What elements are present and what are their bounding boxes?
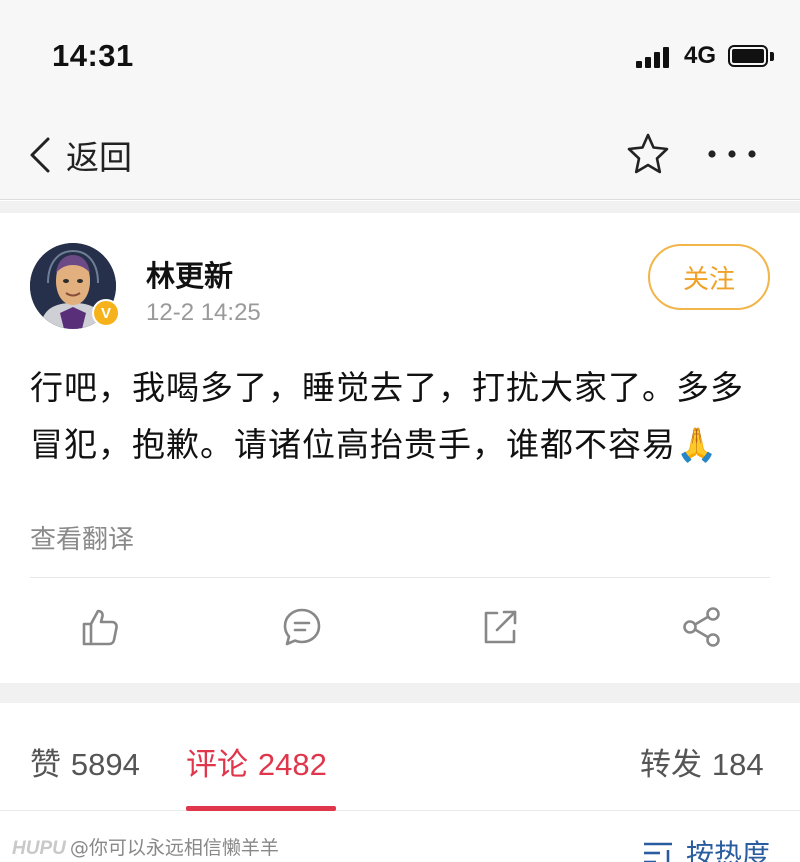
section-gap xyxy=(0,201,800,213)
more-button[interactable] xyxy=(704,130,760,178)
stats-bar: 赞 5894 评论 2482 转发 184 xyxy=(0,703,800,811)
sort-label: 按热度 xyxy=(686,838,771,862)
like-button[interactable] xyxy=(78,605,122,649)
post-timestamp: 12-2 14:25 xyxy=(146,299,261,326)
status-time: 14:31 xyxy=(52,38,134,73)
divider xyxy=(30,577,770,578)
nav-bar: 返回 xyxy=(0,110,800,200)
sort-icon xyxy=(644,842,672,862)
favorite-button[interactable] xyxy=(624,130,672,178)
comments-label: 评论 xyxy=(186,747,248,783)
comment-icon xyxy=(283,608,321,646)
back-label: 返回 xyxy=(66,138,132,177)
tab-comments[interactable]: 评论 2482 xyxy=(186,739,327,784)
star-icon xyxy=(627,133,669,174)
reposts-label: 转发 xyxy=(640,747,702,783)
bottom-row: HUPU @你可以永远相信懒羊羊 按热度 xyxy=(0,811,800,862)
share-icon xyxy=(683,607,720,647)
signal-icon xyxy=(636,46,676,68)
back-button[interactable]: 返回 xyxy=(28,130,132,180)
section-gap xyxy=(0,683,800,703)
more-dots-icon xyxy=(708,150,756,158)
network-type: 4G xyxy=(684,42,717,69)
post-text: 行吧，我喝多了，睡觉去了，打扰大家了。多多冒犯，抱歉。请诸位高抬贵手，谁都不容易… xyxy=(30,368,744,464)
likes-count: 5894 xyxy=(70,747,140,782)
share-button[interactable] xyxy=(680,605,724,649)
chevron-left-icon xyxy=(30,137,50,173)
battery-icon xyxy=(728,45,768,67)
repost-button[interactable] xyxy=(478,605,522,649)
comment-button[interactable] xyxy=(280,605,324,649)
author-name[interactable]: 林更新 xyxy=(146,253,233,295)
tab-likes[interactable]: 赞 5894 xyxy=(30,739,140,784)
watermark-user: @你可以永远相信懒羊羊 xyxy=(69,837,279,859)
comments-count: 2482 xyxy=(257,747,327,782)
tab-reposts[interactable]: 转发 184 xyxy=(640,739,764,784)
sort-button[interactable]: 按热度 xyxy=(642,833,770,862)
watermark-brand: HUPU xyxy=(12,838,66,859)
thumbs-up-icon xyxy=(82,609,118,646)
battery-tip xyxy=(770,52,774,61)
status-bar: 14:31 4G xyxy=(0,0,800,110)
share-out-icon xyxy=(484,610,517,644)
watermark: HUPU @你可以永远相信懒羊羊 xyxy=(12,833,279,860)
follow-button[interactable]: 关注 xyxy=(648,244,770,310)
translate-link[interactable]: 查看翻译 xyxy=(30,519,134,556)
likes-label: 赞 xyxy=(30,747,61,783)
reposts-count: 184 xyxy=(711,747,764,782)
post-card: V 林更新 12-2 14:25 关注 行吧，我喝多了，睡觉去了，打扰大家了。多… xyxy=(0,213,800,683)
verified-badge: V xyxy=(92,299,120,327)
